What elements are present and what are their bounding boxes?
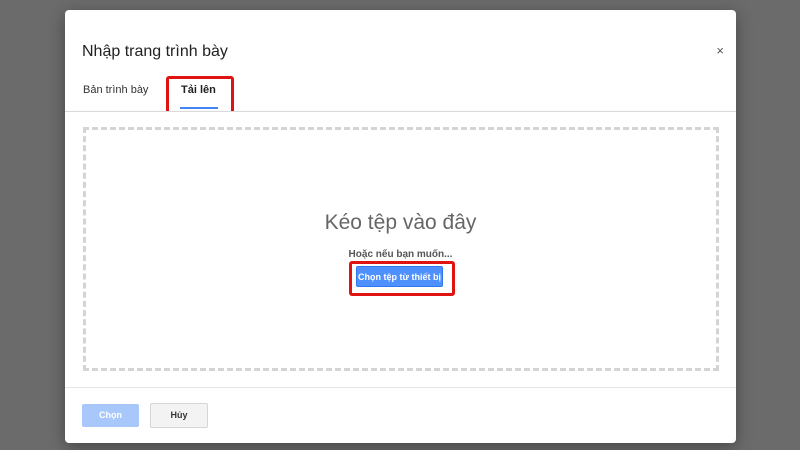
- import-slides-dialog: Nhập trang trình bày × Bản trình bày Tải…: [65, 10, 736, 443]
- select-button[interactable]: Chọn: [82, 404, 139, 427]
- dropzone-heading: Kéo tệp vào đây: [324, 211, 477, 234]
- tab-presentations[interactable]: Bản trình bày: [83, 84, 148, 96]
- dropzone-subtext: Hoặc nếu bạn muốn...: [348, 249, 453, 260]
- choose-file-button[interactable]: Chọn tệp từ thiết bị: [356, 266, 443, 287]
- footer-divider: [65, 387, 736, 388]
- active-tab-indicator: [180, 107, 218, 109]
- cancel-button[interactable]: Hủy: [150, 403, 208, 428]
- tab-upload[interactable]: Tải lên: [181, 84, 216, 96]
- dialog-title: Nhập trang trình bày: [82, 43, 228, 60]
- close-icon[interactable]: ×: [716, 43, 724, 59]
